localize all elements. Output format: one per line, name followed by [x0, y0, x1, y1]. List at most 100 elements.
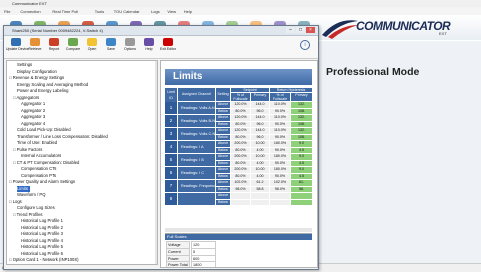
limit-value-cell[interactable]: 120.0% — [231, 102, 250, 108]
limit-value-cell[interactable]: 80.0% — [231, 108, 250, 114]
limit-value-cell[interactable]: 80.0% — [231, 147, 250, 153]
toolbar-exit-editor-button[interactable]: Exit Editor — [158, 38, 178, 51]
setting-below-cell[interactable]: Below — [216, 186, 230, 192]
limit-value-cell[interactable]: 120.0% — [231, 128, 250, 134]
limit-value-cell[interactable]: 9.0 — [291, 167, 312, 173]
limit-value-cell[interactable]: 132. — [291, 128, 312, 134]
tree-item[interactable]: Waveform / PQ — [17, 192, 45, 198]
toolbar-open-button[interactable]: Open — [82, 38, 102, 51]
tree-item[interactable]: Historical Log Profile 3 — [21, 231, 63, 237]
toolbar-report-button[interactable]: Report — [44, 38, 64, 51]
limit-value-cell[interactable] — [291, 193, 312, 199]
limit-value-cell[interactable]: 200.0% — [231, 141, 250, 147]
limit-value-cell[interactable]: 10.00 — [251, 167, 269, 173]
setting-below-cell[interactable]: Below — [216, 199, 230, 205]
tree-item[interactable]: Aggregator 4 — [21, 121, 45, 127]
tree-item[interactable]: Historical Log Profile 6 — [21, 251, 63, 257]
limit-value-cell[interactable]: 108. — [291, 108, 312, 114]
limit-value-cell[interactable]: 61. — [291, 180, 312, 186]
toolbar-compare-button[interactable]: Compare — [63, 38, 83, 51]
toolbar-save-button[interactable]: Save — [101, 38, 121, 51]
limit-value-cell[interactable]: 90.0% — [270, 108, 290, 114]
limit-value-cell[interactable]: 9.0 — [291, 141, 312, 147]
limit-value-cell[interactable]: 110.0% — [270, 102, 290, 108]
limit-value-cell[interactable]: 98.0% — [231, 186, 250, 192]
limit-value-cell[interactable]: 90.0% — [270, 121, 290, 127]
table-horizontal-scrollbar[interactable] — [165, 228, 312, 232]
limit-value-cell[interactable]: 80.0% — [231, 173, 250, 179]
limit-value-cell[interactable]: 4.00 — [251, 147, 269, 153]
tree-item[interactable]: Configure Log Sizes — [17, 205, 55, 211]
setting-below-cell[interactable]: Below — [216, 108, 230, 114]
limit-value-cell[interactable] — [231, 193, 250, 199]
menu-item-help[interactable]: Help — [184, 9, 192, 14]
menu-item-file[interactable]: File — [4, 9, 10, 14]
toolbar-options-button[interactable]: Options — [120, 38, 140, 51]
setting-above-cell[interactable]: Above — [216, 167, 230, 173]
tree-item[interactable]: Historical Log Profile 2 — [21, 225, 63, 231]
limit-value-cell[interactable]: 108. — [291, 134, 312, 140]
limit-value-cell[interactable] — [270, 193, 290, 199]
tree-item[interactable]: Aggregator 2 — [21, 108, 45, 114]
tree-item[interactable]: Historical Log Profile 1 — [21, 218, 63, 224]
limit-value-cell[interactable]: 58.8 — [251, 186, 269, 192]
limit-value-cell[interactable]: 132. — [291, 115, 312, 121]
tree-item[interactable]: Compensation CTs — [21, 166, 56, 172]
tree-item[interactable]: Transformer / Line Loss Compensation: Di… — [17, 134, 108, 140]
limit-value-cell[interactable]: 200.0% — [231, 154, 250, 160]
limit-value-cell[interactable]: 96.0 — [251, 108, 269, 114]
maximize-icon[interactable]: □ — [296, 27, 305, 33]
limit-value-cell[interactable] — [251, 199, 269, 205]
tree-item[interactable]: Historical Log Profile 5 — [21, 244, 63, 250]
assigned-channel-cell[interactable]: Readings: I A — [178, 141, 215, 153]
setting-below-cell[interactable]: Below — [216, 173, 230, 179]
setting-below-cell[interactable]: Below — [216, 121, 230, 127]
limit-value-cell[interactable]: 9.0 — [291, 154, 312, 160]
close-icon[interactable]: × — [306, 27, 315, 33]
menu-item-logs[interactable]: Logs — [151, 9, 160, 14]
assigned-channel-cell[interactable] — [178, 193, 215, 205]
setting-above-cell[interactable]: Above — [216, 180, 230, 186]
menu-item-real-time-poll[interactable]: Real Time Poll — [52, 9, 78, 14]
limit-value-cell[interactable]: 108. — [291, 121, 312, 127]
limit-value-cell[interactable]: 102.0% — [270, 180, 290, 186]
minimize-icon[interactable]: – — [286, 27, 295, 33]
limit-value-cell[interactable]: 4.00 — [251, 173, 269, 179]
tree-item[interactable]: Power and Energy Labeling — [17, 88, 68, 94]
tree-item[interactable]: Aggregator 1 — [21, 101, 45, 107]
tree-item[interactable]: □ Pulse Factors — [13, 147, 42, 153]
limit-value-cell[interactable]: 90.0% — [270, 160, 290, 166]
limit-value-cell[interactable]: 4.5 — [291, 160, 312, 166]
limit-value-cell[interactable]: 132. — [291, 102, 312, 108]
tree-item[interactable]: Settings — [17, 62, 32, 68]
limit-value-cell[interactable]: 90.0% — [270, 173, 290, 179]
tree-scrollbar[interactable] — [155, 61, 157, 264]
info-icon[interactable]: i — [300, 40, 310, 50]
full-scale-value[interactable]: 1800 — [191, 261, 216, 267]
setting-above-cell[interactable]: Above — [216, 128, 230, 134]
limit-value-cell[interactable]: 10.00 — [251, 141, 269, 147]
assigned-channel-cell[interactable]: Readings: Volts B-N — [178, 115, 215, 127]
limit-value-cell[interactable]: 4.00 — [251, 160, 269, 166]
setting-above-cell[interactable]: Above — [216, 141, 230, 147]
toolbar-update-device-button[interactable]: Update Device — [6, 38, 29, 51]
tree-item[interactable]: □ Aggregators — [13, 95, 39, 101]
limit-value-cell[interactable]: 120.0% — [231, 115, 250, 121]
setting-below-cell[interactable]: Below — [216, 160, 230, 166]
tree-item[interactable]: □ Revenue & Energy Settings — [9, 75, 64, 81]
assigned-channel-cell[interactable]: Readings: Volts A-N — [178, 102, 215, 114]
setting-above-cell[interactable]: Above — [216, 102, 230, 108]
limit-value-cell[interactable]: 110.0% — [270, 115, 290, 121]
limit-value-cell[interactable]: 180.0% — [270, 167, 290, 173]
tree-item[interactable]: Cold Load Pick-Up: Disabled — [17, 127, 71, 133]
tree-item[interactable]: Historical Log Profile 4 — [21, 238, 63, 244]
limit-value-cell[interactable]: 58. — [291, 186, 312, 192]
setting-below-cell[interactable]: Below — [216, 134, 230, 140]
limit-value-cell[interactable] — [270, 199, 290, 205]
setting-above-cell[interactable]: Above — [216, 115, 230, 121]
limit-value-cell[interactable]: 144.0 — [251, 128, 269, 134]
limit-value-cell[interactable]: 90.0% — [270, 147, 290, 153]
limit-value-cell[interactable]: 144.0 — [251, 102, 269, 108]
tree-item[interactable]: □ Logs — [9, 199, 22, 205]
menu-item-tools[interactable]: Tools — [95, 9, 104, 14]
